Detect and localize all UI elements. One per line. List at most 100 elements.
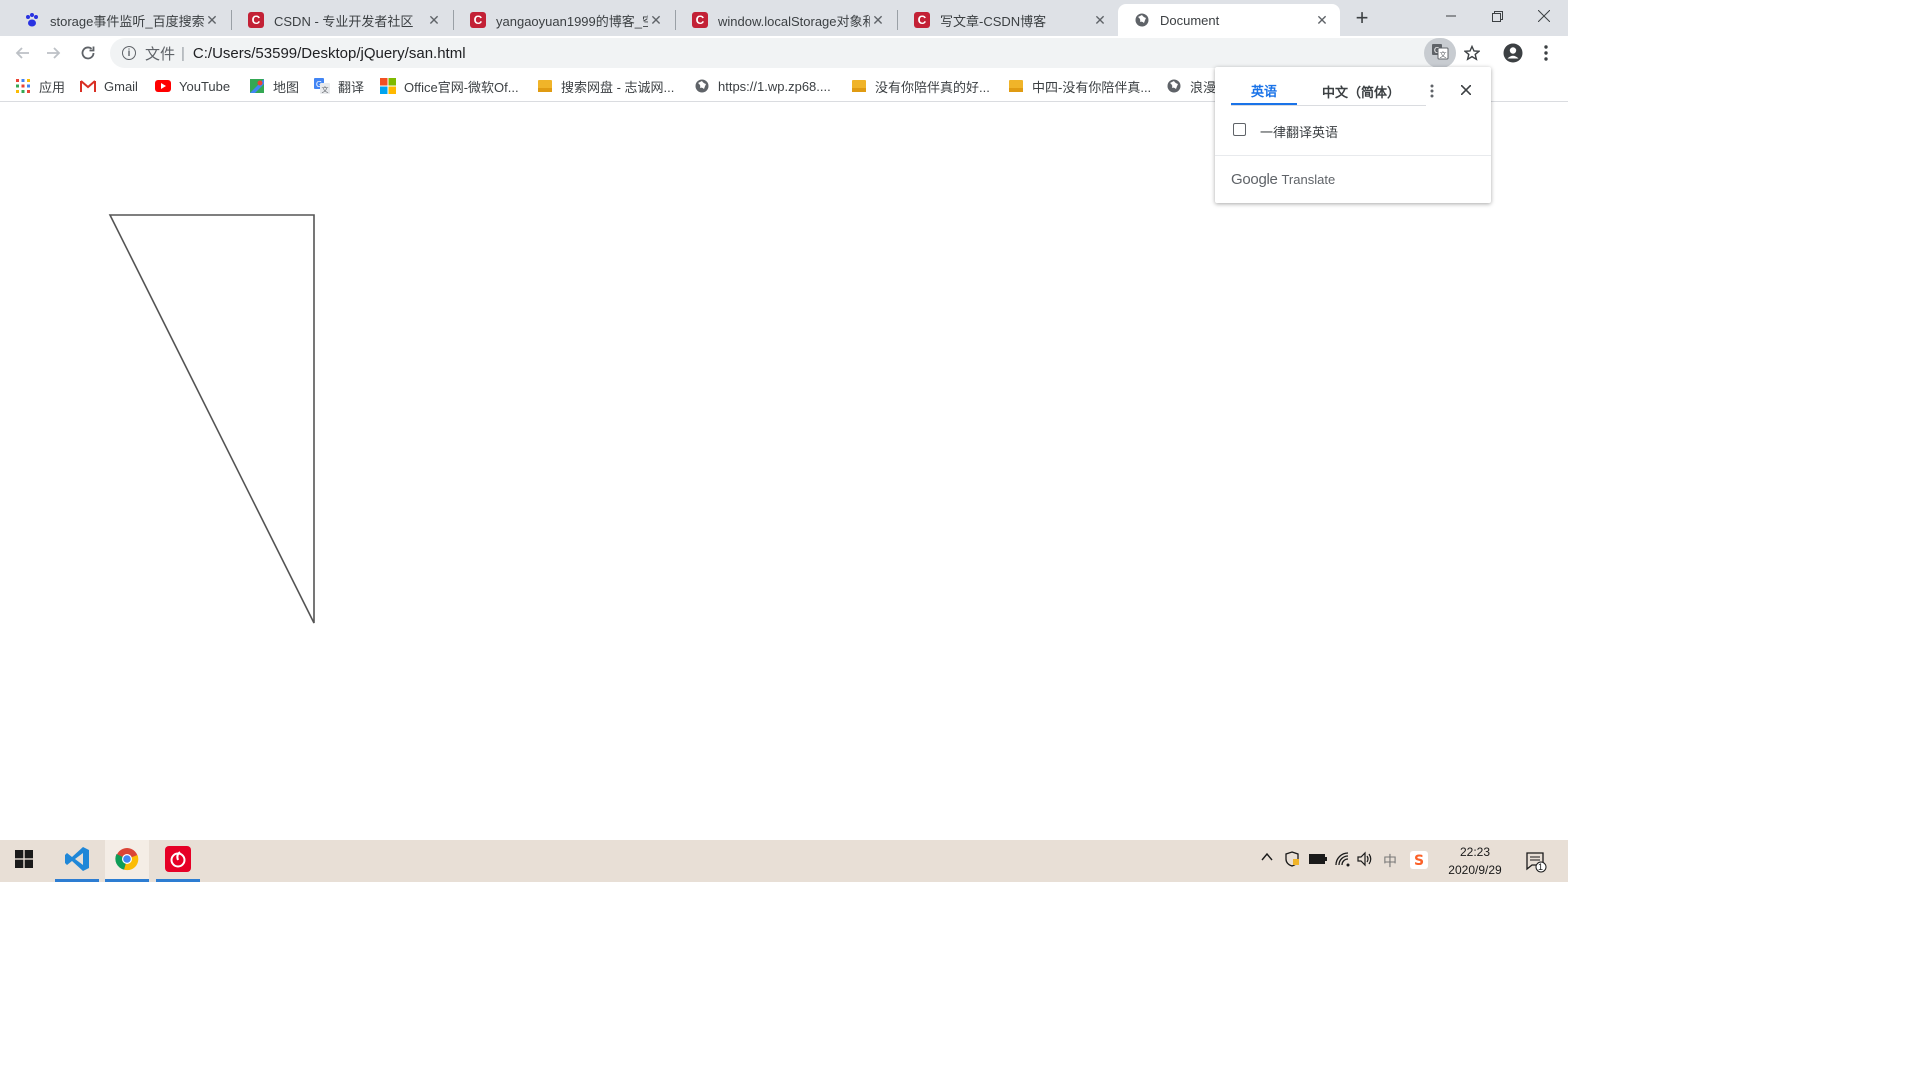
close-window-button[interactable] — [1521, 0, 1567, 32]
bookmark-label: 搜索网盘 - 志诚网... — [561, 79, 675, 95]
csdn-icon: C — [470, 12, 486, 28]
folder-icon — [537, 78, 553, 94]
apps-grid-icon — [15, 78, 31, 94]
bookmark-label: Office官网-微软Of... — [404, 79, 519, 95]
bookmark-youtube[interactable]: YouTube — [155, 76, 230, 96]
windows-taskbar: 中 S 22:23 2020/9/29 1 — [0, 840, 1568, 882]
bookmark-song-1[interactable]: 没有你陪伴真的好... — [851, 76, 990, 96]
system-clock[interactable]: 22:23 2020/9/29 — [1434, 843, 1516, 879]
page-content — [0, 103, 1568, 840]
close-icon[interactable]: ✕ — [1092, 12, 1108, 28]
popup-close-icon[interactable] — [1459, 83, 1473, 97]
volume-icon[interactable] — [1357, 851, 1373, 870]
tab-source-language[interactable]: 英语 — [1231, 77, 1297, 105]
wifi-icon[interactable] — [1334, 851, 1350, 870]
bookmark-wp[interactable]: https://1.wp.zp68.... — [694, 76, 831, 96]
csdn-icon: C — [248, 12, 264, 28]
bookmark-office[interactable]: Office官网-微软Of... — [380, 76, 519, 96]
folder-icon — [1008, 78, 1024, 94]
tab-title: storage事件监听_百度搜索 — [50, 13, 204, 29]
csdn-icon: C — [692, 12, 708, 28]
tab-csdn-home[interactable]: C CSDN - 专业开发者社区 ✕ — [232, 4, 452, 36]
bookmark-label: 浪漫 — [1190, 79, 1217, 95]
taskbar-netease-music[interactable] — [156, 840, 200, 882]
browser-toolbar: i 文件 | C:/Users/53599/Desktop/jQuery/san… — [0, 36, 1568, 70]
back-button[interactable] — [9, 40, 35, 66]
globe-icon — [694, 78, 710, 94]
battery-icon[interactable] — [1309, 852, 1327, 868]
minimize-button[interactable] — [1428, 0, 1474, 32]
tray-chevron-up-icon[interactable] — [1261, 850, 1273, 866]
tab-csdn-blog[interactable]: C yangaoyuan1999的博客_空 ✕ — [454, 4, 674, 36]
bookmark-netdisk[interactable]: 搜索网盘 - 志诚网... — [537, 76, 674, 96]
tab-document-active[interactable]: Document ✕ — [1118, 4, 1340, 36]
bookmark-song-2[interactable]: 中四-没有你陪伴真... — [1008, 76, 1151, 96]
restore-button[interactable] — [1474, 0, 1520, 32]
vscode-icon — [64, 846, 90, 877]
tab-title: 写文章-CSDN博客 — [940, 13, 1047, 29]
clock-date: 2020/9/29 — [1448, 863, 1502, 877]
bookmark-label: 没有你陪伴真的好... — [875, 79, 990, 95]
gmail-icon — [80, 78, 96, 94]
translate-logo-text: Translate — [1281, 172, 1336, 187]
bookmark-label: 翻译 — [338, 79, 365, 95]
globe-icon — [1166, 78, 1182, 94]
translate-page-button[interactable]: G文 — [1424, 38, 1456, 68]
bookmark-star-button[interactable] — [1459, 40, 1485, 66]
clock-time: 22:23 — [1459, 845, 1491, 859]
tab-csdn-write[interactable]: C 写文章-CSDN博客 ✕ — [898, 4, 1118, 36]
tab-target-language[interactable]: 中文（简体） — [1311, 77, 1411, 105]
globe-icon — [1134, 12, 1150, 28]
profile-avatar-button[interactable] — [1500, 40, 1526, 66]
address-bar[interactable]: i 文件 | C:/Users/53599/Desktop/jQuery/san… — [110, 38, 1456, 68]
office-icon — [380, 78, 396, 94]
popup-tab-underline — [1231, 105, 1426, 106]
taskbar-vscode[interactable] — [55, 840, 99, 882]
triangle-canvas — [108, 214, 315, 624]
bookmark-label: Gmail — [104, 78, 138, 94]
svg-text:文: 文 — [1440, 50, 1447, 59]
close-icon[interactable]: ✕ — [426, 12, 442, 28]
google-translate-logo: Google Translate — [1231, 171, 1335, 188]
notification-center-button[interactable]: 1 — [1526, 851, 1548, 876]
baidu-paw-icon — [24, 12, 40, 28]
bookmark-gmail[interactable]: Gmail — [80, 76, 138, 96]
running-indicator — [105, 879, 149, 882]
tab-strip: storage事件监听_百度搜索 ✕ C CSDN - 专业开发者社区 ✕ C … — [0, 0, 1568, 36]
tab-title: Document — [1160, 12, 1220, 28]
close-icon[interactable]: ✕ — [1314, 12, 1330, 28]
close-icon[interactable]: ✕ — [648, 12, 664, 28]
close-icon[interactable]: ✕ — [870, 12, 886, 28]
info-icon[interactable]: i — [122, 46, 136, 60]
new-tab-button[interactable]: + — [1350, 5, 1374, 30]
sogou-input-icon[interactable]: S — [1410, 851, 1428, 872]
maps-icon — [249, 78, 265, 94]
popup-options-menu-icon[interactable] — [1427, 81, 1437, 101]
address-url[interactable]: C:/Users/53599/Desktop/jQuery/san.html — [193, 45, 466, 62]
forward-button[interactable] — [41, 40, 67, 66]
always-translate-checkbox[interactable] — [1233, 123, 1246, 136]
reload-button[interactable] — [75, 40, 101, 66]
address-scheme-label: 文件 — [145, 45, 176, 63]
running-indicator — [55, 879, 99, 882]
google-logo-text: Google — [1231, 171, 1278, 188]
taskbar-chrome[interactable] — [105, 840, 149, 882]
browser-menu-button[interactable] — [1533, 40, 1559, 66]
tab-baidu-search[interactable]: storage事件监听_百度搜索 ✕ — [8, 4, 230, 36]
close-icon[interactable]: ✕ — [204, 12, 220, 28]
bookmark-romantic[interactable]: 浪漫 — [1166, 76, 1216, 96]
ime-indicator[interactable]: 中 — [1383, 851, 1397, 871]
tab-csdn-localstorage[interactable]: C window.localStorage对象和 ✕ — [676, 4, 896, 36]
address-divider: | — [181, 44, 185, 62]
translate-popup: 英语 中文（简体） 一律翻译英语 Google Translate — [1215, 67, 1491, 203]
security-shield-icon[interactable] — [1284, 851, 1300, 870]
always-translate-label[interactable]: 一律翻译英语 — [1260, 122, 1338, 141]
bookmark-maps[interactable]: 地图 — [249, 76, 299, 96]
popup-divider — [1215, 155, 1491, 156]
bookmark-label: YouTube — [179, 78, 231, 94]
bookmark-translate[interactable]: G文 翻译 — [314, 76, 364, 96]
windows-start-button[interactable] — [2, 840, 46, 882]
bookmark-label: 中四-没有你陪伴真... — [1032, 79, 1152, 95]
bookmark-apps[interactable]: 应用 — [15, 76, 65, 96]
triangle-shape — [108, 214, 315, 624]
